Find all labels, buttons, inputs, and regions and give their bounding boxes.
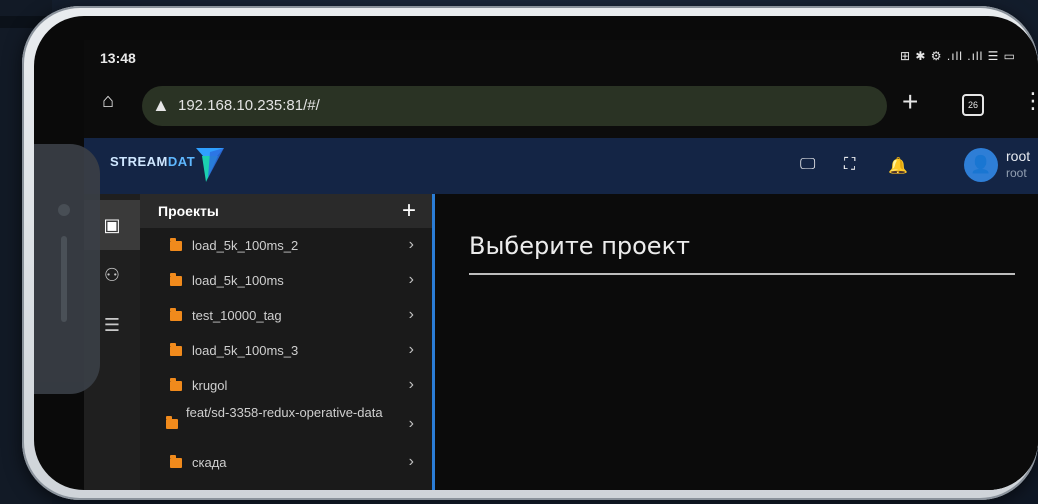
url-text[interactable]: 192.168.10.235:81/#/	[178, 97, 320, 114]
folder-icon	[166, 416, 178, 429]
user-name[interactable]: root	[1006, 148, 1030, 164]
project-label: feat/sd-3358-redux-operative-data	[186, 405, 383, 420]
chevron-right-icon: ›	[408, 341, 414, 358]
list-item[interactable]: load_5k_100ms ›	[140, 263, 432, 298]
chevron-right-icon: ›	[408, 271, 414, 288]
monitor-icon[interactable]: 🖵	[800, 156, 815, 174]
avatar[interactable]: 👤	[964, 148, 998, 182]
page-title: Выберите проект	[469, 232, 691, 260]
list-item[interactable]: krugol ›	[140, 368, 432, 403]
add-project-icon[interactable]: +	[402, 197, 416, 225]
phone-screen-bezel: 13:48 ⊞ ✱ ⚙ .ıll .ıll ☰ ▭ ⌂ ▲ 192.168.10…	[34, 16, 1038, 490]
browser-toolbar: ⌂ ▲ 192.168.10.235:81/#/ + 26 ⋮	[84, 76, 1038, 138]
project-label: test_10000_tag	[192, 308, 282, 323]
new-tab-icon[interactable]: +	[902, 88, 918, 116]
chevron-right-icon: ›	[408, 415, 414, 432]
warning-icon[interactable]: ▲	[152, 95, 170, 116]
projects-panel: Проекты + load_5k_100ms_2 › load_5k_100m…	[140, 194, 435, 490]
phone-side-notch	[34, 144, 100, 394]
project-label: krugol	[192, 378, 228, 393]
app-header: STREAMDAT 🖵 ⛶ 🔔 👤 root root	[84, 138, 1038, 194]
project-label: скада	[192, 455, 227, 470]
folder-icon	[170, 238, 182, 251]
logo-mark-icon	[196, 148, 224, 182]
bell-icon[interactable]: 🔔	[888, 156, 908, 176]
folder-icon	[170, 455, 182, 468]
folder-icon	[170, 308, 182, 321]
project-label: load_5k_100ms_2	[192, 238, 299, 253]
phone-frame: 13:48 ⊞ ✱ ⚙ .ıll .ıll ☰ ▭ ⌂ ▲ 192.168.10…	[22, 6, 1038, 500]
tab-switcher-button[interactable]: 26	[962, 94, 984, 116]
chevron-right-icon: ›	[408, 236, 414, 253]
home-icon[interactable]: ⌂	[102, 90, 126, 114]
storage-icon: ☰	[103, 315, 121, 335]
list-item[interactable]: feat/sd-3358-redux-operative-data ›	[140, 403, 432, 445]
folder-icon	[170, 378, 182, 391]
projects-title: Проекты	[158, 203, 219, 219]
user-icon: 👤	[970, 155, 992, 174]
chevron-right-icon: ›	[408, 376, 414, 393]
folder-icon	[170, 273, 182, 286]
folder-icon: ▣	[103, 215, 121, 235]
list-item[interactable]: test_10000_tag ›	[140, 298, 432, 333]
chevron-right-icon: ›	[408, 453, 414, 470]
list-item[interactable]: скада ›	[140, 445, 432, 480]
logo-text-dat: DAT	[167, 154, 196, 169]
list-item[interactable]: load_5k_100ms_3 ›	[140, 333, 432, 368]
status-icons: ⊞ ✱ ⚙ .ıll .ıll ☰ ▭	[900, 49, 1016, 63]
logo-text-stream: STREAM	[110, 154, 168, 169]
address-bar[interactable]: ▲ 192.168.10.235:81/#/	[142, 86, 887, 126]
more-menu-icon[interactable]: ⋮	[1022, 90, 1038, 112]
list-item[interactable]: load_5k_100ms_2 ›	[140, 228, 432, 263]
folder-icon	[170, 343, 182, 356]
camera-icon	[58, 204, 70, 216]
phone-screen: 13:48 ⊞ ✱ ⚙ .ıll .ıll ☰ ▭ ⌂ ▲ 192.168.10…	[84, 40, 1038, 490]
projects-header: Проекты +	[140, 194, 432, 228]
user-role: root	[1006, 166, 1027, 180]
status-bar: 13:48 ⊞ ✱ ⚙ .ıll .ıll ☰ ▭	[84, 40, 1038, 76]
title-divider	[469, 273, 1015, 275]
project-label: load_5k_100ms_3	[192, 343, 299, 358]
users-icon: ⚇	[103, 265, 121, 285]
app-logo[interactable]: STREAMDAT	[110, 154, 195, 169]
fullscreen-icon[interactable]: ⛶	[844, 156, 855, 174]
main-content: Выберите проект	[435, 194, 1038, 490]
status-time: 13:48	[100, 50, 136, 66]
chevron-right-icon: ›	[408, 306, 414, 323]
phone-slot	[61, 236, 67, 322]
project-label: load_5k_100ms	[192, 273, 284, 288]
